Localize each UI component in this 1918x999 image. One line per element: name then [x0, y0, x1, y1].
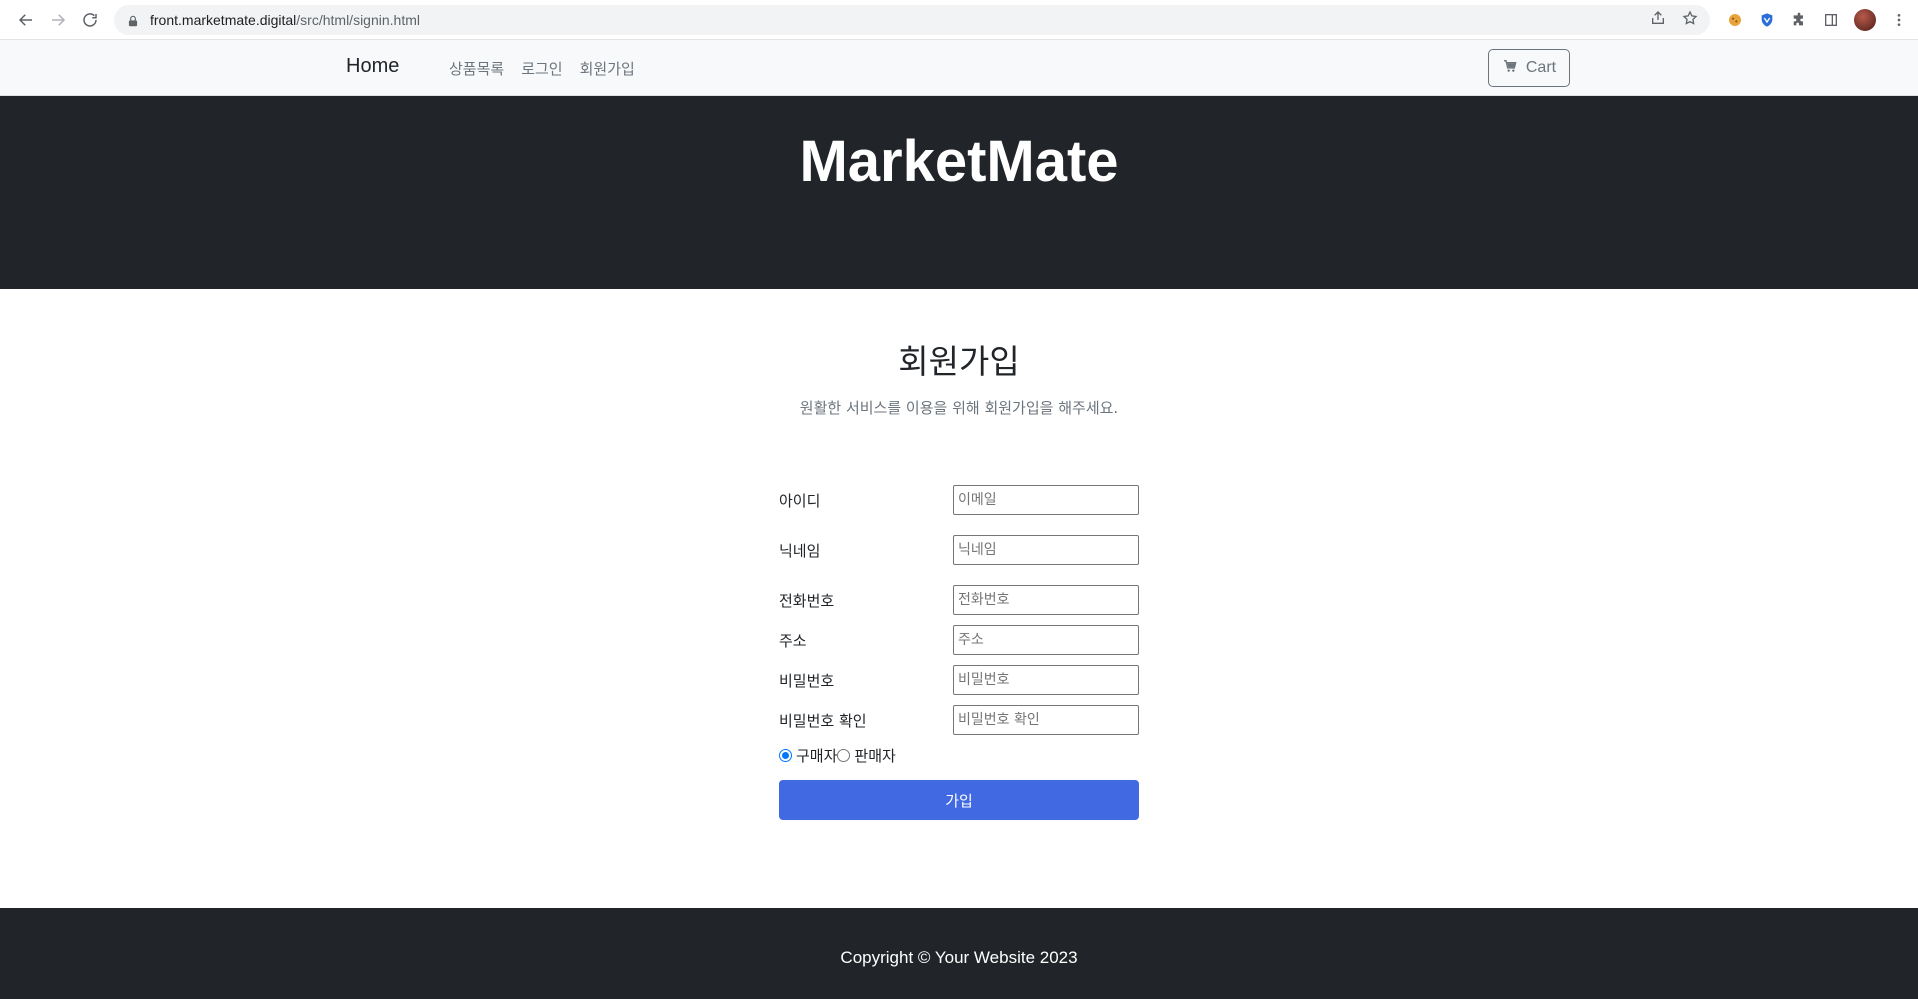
password-label: 비밀번호 [779, 671, 835, 690]
buyer-radio-label[interactable]: 구매자 [796, 745, 837, 766]
form-row-id: 아이디 [779, 485, 1139, 515]
url-path: /src/html/signin.html [296, 11, 420, 28]
back-arrow-icon[interactable] [10, 4, 42, 36]
form-row-phone: 전화번호 [779, 585, 1139, 615]
address-label: 주소 [779, 631, 807, 650]
password-input[interactable] [953, 665, 1139, 695]
browser-toolbar: front.marketmate.digital/src/html/signin… [0, 0, 1918, 40]
phone-label: 전화번호 [779, 591, 835, 610]
password-confirm-input[interactable] [953, 705, 1139, 735]
shield-extension-icon[interactable] [1758, 11, 1776, 29]
cart-icon [1502, 58, 1518, 79]
navbar-links: 상품목록 로그인 회원가입 [449, 58, 635, 79]
navbar-brand-home[interactable]: Home [346, 55, 399, 78]
seller-radio[interactable] [837, 749, 851, 762]
phone-input[interactable] [953, 585, 1139, 615]
id-label: 아이디 [779, 491, 821, 510]
lock-icon [126, 13, 140, 27]
nav-link-product-list[interactable]: 상품목록 [449, 58, 504, 79]
forward-arrow-icon[interactable] [42, 4, 74, 36]
cart-label: Cart [1525, 59, 1557, 76]
site-navbar: Home 상품목록 로그인 회원가입 Cart [0, 40, 1918, 96]
form-row-password: 비밀번호 [779, 665, 1139, 695]
form-row-nickname: 닉네임 [779, 535, 1139, 565]
site-footer: Copyright © Your Website 2023 [0, 908, 1918, 999]
role-radio-group: 구매자 판매자 [779, 745, 896, 766]
address-input[interactable] [953, 625, 1139, 655]
signup-submit-button[interactable]: 가입 [779, 780, 1139, 820]
nav-link-signup[interactable]: 회원가입 [580, 58, 635, 79]
id-email-input[interactable] [953, 485, 1139, 515]
cookie-extension-icon[interactable] [1726, 11, 1744, 29]
bookmark-star-icon[interactable] [1682, 9, 1698, 30]
hero-header: MarketMate [0, 96, 1918, 289]
reload-icon[interactable] [74, 4, 106, 36]
password-confirm-label: 비밀번호 확인 [779, 711, 867, 730]
signup-section: 회원가입 원활한 서비스를 이용을 위해 회원가입을 해주세요. 아이디 닉네임… [0, 289, 1918, 908]
signup-subtitle: 원활한 서비스를 이용을 위해 회원가입을 해주세요. [799, 399, 1119, 417]
side-panel-icon[interactable] [1822, 11, 1840, 29]
cart-button[interactable]: Cart [1488, 49, 1570, 87]
puzzle-extensions-icon[interactable] [1790, 11, 1808, 29]
url-host: front.marketmate.digital [150, 11, 297, 28]
share-icon[interactable] [1650, 10, 1666, 30]
kebab-menu-icon[interactable] [1890, 11, 1908, 29]
nickname-input[interactable] [953, 535, 1139, 565]
buyer-radio[interactable] [779, 749, 792, 762]
nickname-label: 닉네임 [779, 541, 821, 560]
profile-avatar[interactable] [1854, 8, 1876, 31]
footer-copyright: Copyright © Your Website 2023 [840, 947, 1078, 967]
seller-radio-label[interactable]: 판매자 [854, 745, 895, 766]
form-row-address: 주소 [779, 625, 1139, 655]
signup-title: 회원가입 [898, 342, 1020, 381]
nav-link-login[interactable]: 로그인 [521, 58, 562, 79]
address-bar[interactable]: front.marketmate.digital/src/html/signin… [114, 4, 1710, 35]
site-title: MarketMate [799, 129, 1119, 194]
url-text: front.marketmate.digital/src/html/signin… [150, 12, 420, 28]
form-row-password-confirm: 비밀번호 확인 [779, 705, 1139, 735]
